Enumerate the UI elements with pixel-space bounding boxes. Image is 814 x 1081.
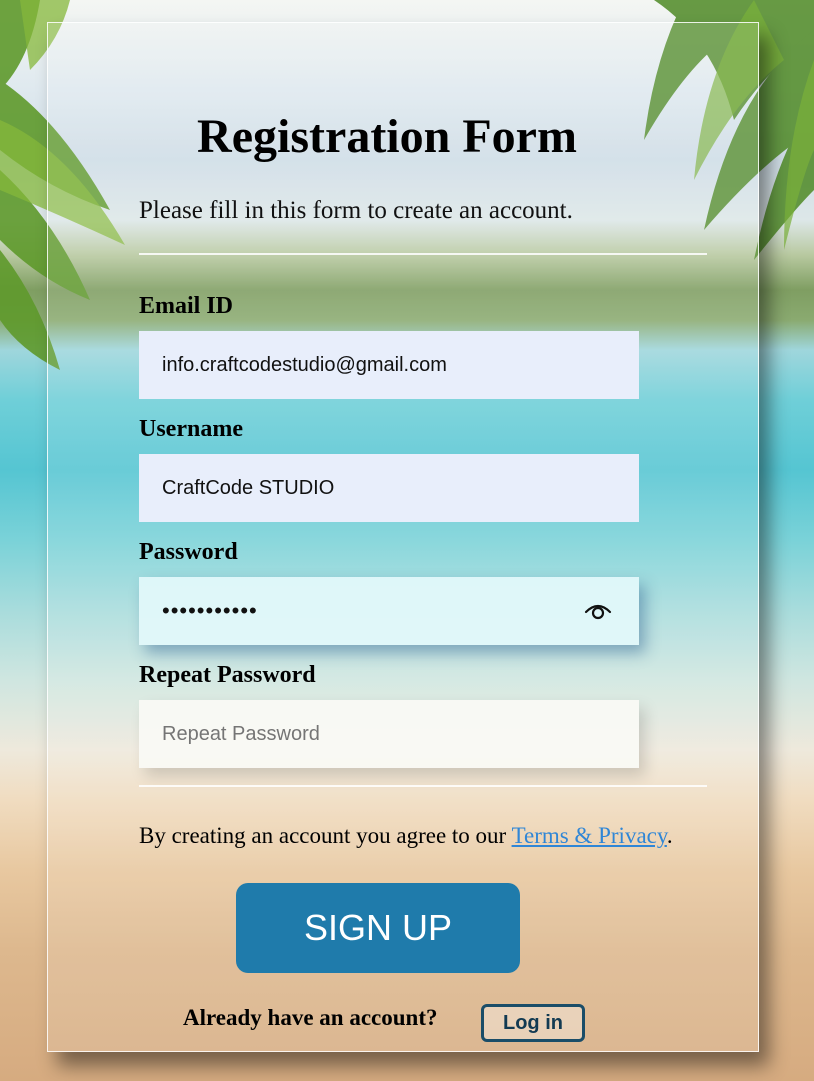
bottom-divider (139, 785, 707, 787)
repeat-password-field[interactable] (139, 700, 639, 768)
top-divider (139, 253, 707, 255)
username-field[interactable] (139, 454, 639, 522)
email-label: Email ID (139, 293, 234, 319)
registration-card: Registration Form Please fill in this fo… (47, 22, 759, 1052)
email-field[interactable] (139, 331, 639, 399)
repeat-password-label: Repeat Password (139, 662, 316, 688)
terms-suffix: . (666, 823, 673, 848)
login-prompt: Already have an account? (183, 1005, 438, 1030)
sign-up-button[interactable]: SIGN UP (236, 883, 520, 973)
username-label: Username (139, 416, 243, 442)
log-in-button[interactable]: Log in (481, 1004, 585, 1042)
form-subtitle: Please fill in this form to create an ac… (139, 197, 573, 224)
page-title: Registration Form (197, 110, 577, 163)
terms-text: By creating an account you agree to our … (139, 823, 673, 849)
password-field[interactable] (139, 577, 639, 645)
terms-privacy-link[interactable]: Terms & Privacy (512, 823, 667, 848)
password-label: Password (139, 539, 238, 565)
terms-prefix: By creating an account you agree to our (139, 823, 512, 848)
eye-icon[interactable] (583, 599, 613, 623)
